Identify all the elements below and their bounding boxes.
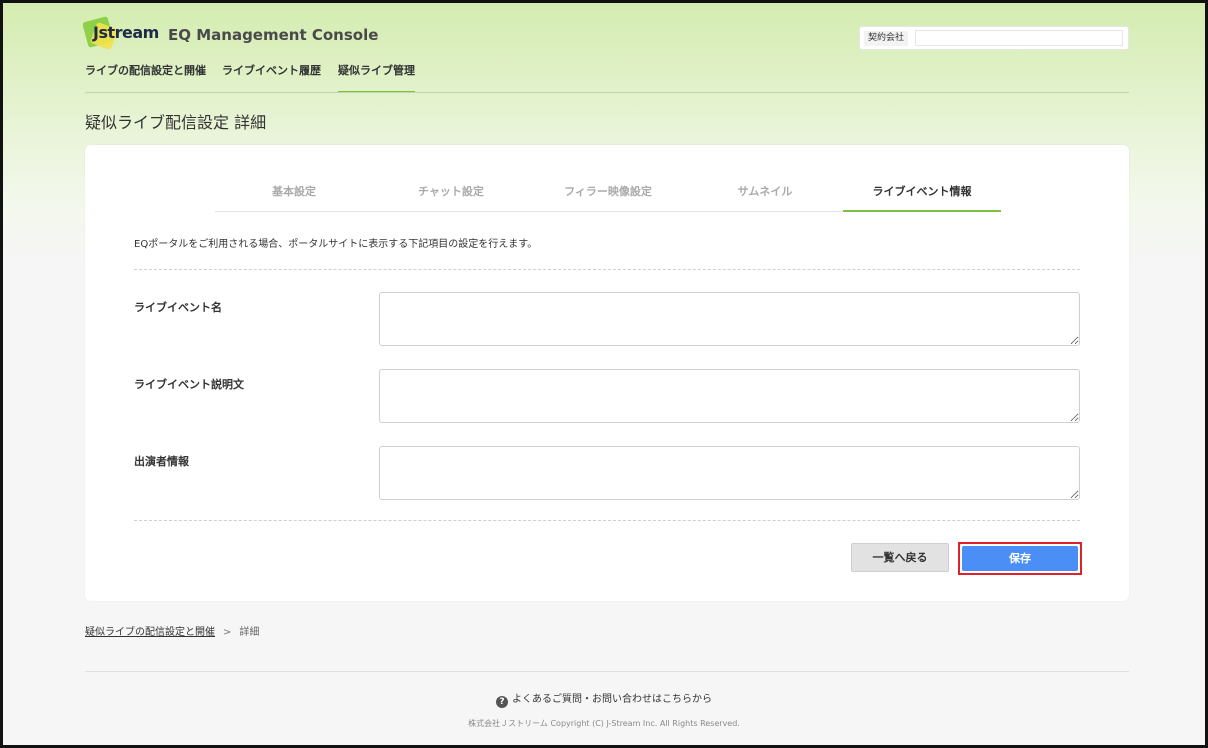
nav-item-live-settings[interactable]: ライブの配信設定と開催 [85, 61, 206, 93]
save-button[interactable]: 保存 [962, 546, 1078, 571]
jstream-logo[interactable]: Jstream [82, 16, 161, 51]
divider-bottom [134, 520, 1080, 521]
faq-section: ? よくあるご質問・お問い合わせはこちらから [3, 690, 1205, 708]
footer-divider [85, 671, 1129, 672]
breadcrumb: 疑似ライブの配信設定と開催 > 詳細 [85, 623, 259, 638]
app-title: EQ Management Console [168, 26, 379, 44]
performer-info-input[interactable] [379, 446, 1080, 500]
label-live-event-description: ライブイベント説明文 [134, 378, 244, 391]
help-icon[interactable]: ? [496, 696, 508, 708]
tab-thumbnail[interactable]: サムネイル [686, 181, 844, 212]
contract-label: 契約会社 [864, 31, 909, 46]
breadcrumb-parent-link[interactable]: 疑似ライブの配信設定と開催 [85, 627, 215, 638]
tab-live-event-info[interactable]: ライブイベント情報 [843, 181, 1001, 212]
tab-chat-settings[interactable]: チャット設定 [372, 181, 530, 212]
tab-basic-settings[interactable]: 基本設定 [215, 181, 373, 212]
back-to-list-button[interactable]: 一覧へ戻る [851, 543, 949, 572]
settings-tabs: 基本設定 チャット設定 フィラー映像設定 サムネイル ライブイベント情報 [215, 181, 1001, 212]
nav-item-pseudo-live[interactable]: 疑似ライブ管理 [338, 61, 415, 93]
save-button-highlight: 保存 [958, 542, 1082, 575]
divider-top [134, 269, 1080, 270]
label-live-event-name: ライブイベント名 [134, 301, 222, 314]
contract-input[interactable] [915, 30, 1123, 46]
app-window: Jstream EQ Management Console 契約会社 ライブの配… [0, 0, 1208, 748]
breadcrumb-current: 詳細 [239, 627, 260, 638]
live-event-name-input[interactable] [379, 292, 1080, 346]
page-title: 疑似ライブ配信設定 詳細 [85, 113, 267, 132]
faq-link[interactable]: よくあるご質問・お問い合わせはこちらから [512, 694, 712, 705]
copyright: 株式会社Ｊストリーム Copyright (C) J-Stream Inc. A… [468, 719, 740, 728]
logo-text: Jstream [93, 23, 159, 42]
settings-card: 基本設定 チャット設定 フィラー映像設定 サムネイル ライブイベント情報 EQポ… [85, 145, 1129, 601]
nav-item-live-history[interactable]: ライブイベント履歴 [222, 61, 321, 93]
label-performer-info: 出演者情報 [134, 455, 189, 468]
nav-divider [85, 92, 1129, 93]
contract-selector: 契約会社 [859, 26, 1129, 50]
section-description: EQポータルをご利用される場合、ポータルサイトに表示する下記項目の設定を行えます… [134, 239, 538, 250]
live-event-description-input[interactable] [379, 369, 1080, 423]
breadcrumb-separator: > [223, 627, 232, 638]
tab-filler-video[interactable]: フィラー映像設定 [529, 181, 687, 212]
